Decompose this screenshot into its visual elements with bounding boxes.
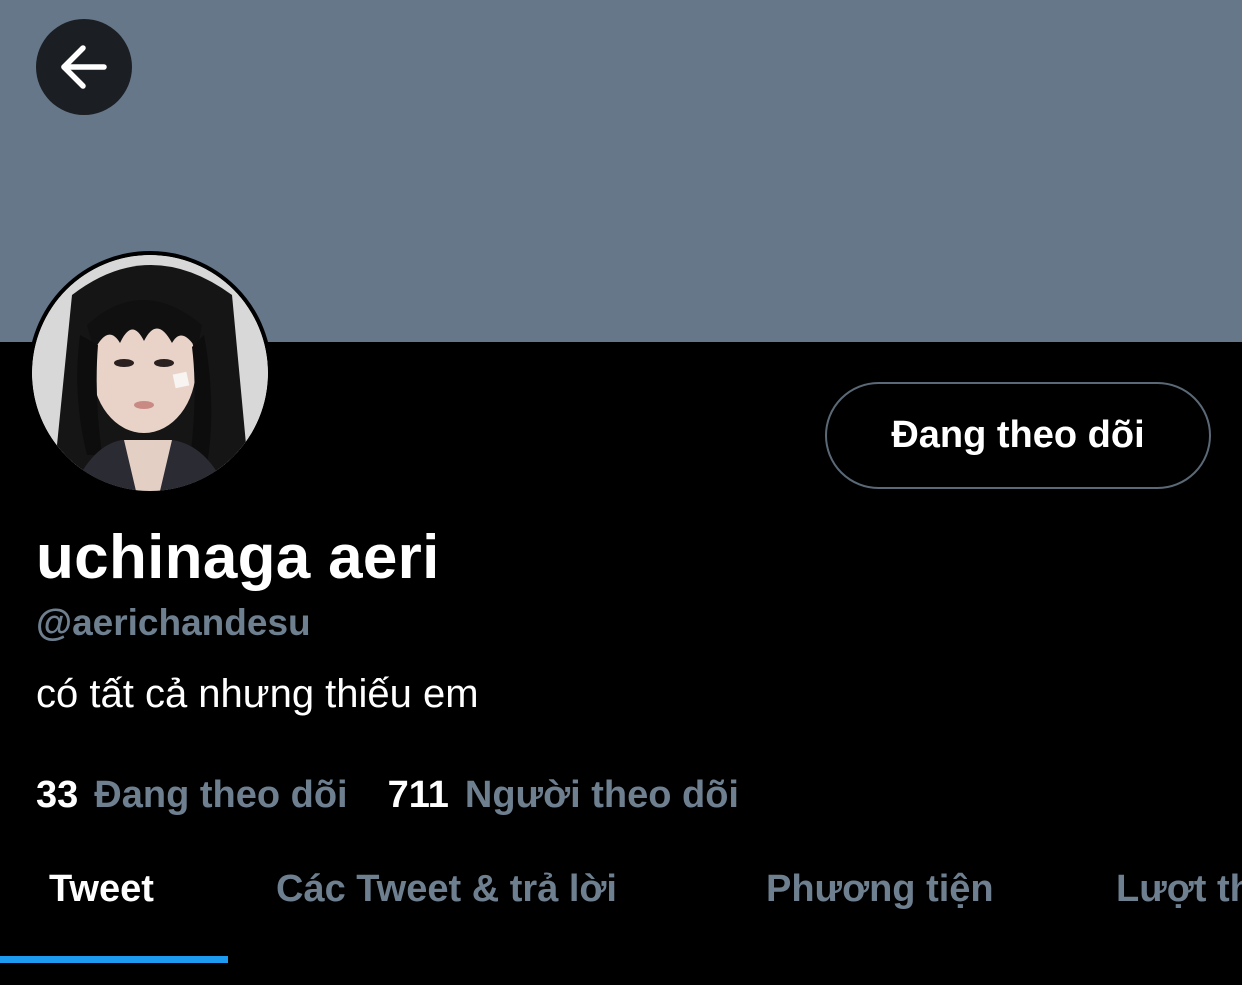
tab-tweets[interactable]: Tweet [49,868,154,911]
followers-label: Người theo dõi [464,774,739,816]
tab-likes[interactable]: Lượt thích [1116,868,1242,911]
following-label: Đang theo dõi [94,774,348,816]
following-stat-link[interactable]: 33 Đang theo dõi [36,774,348,817]
avatar[interactable] [28,251,272,495]
back-button[interactable] [36,19,132,115]
username-handle: @aerichandesu [36,602,311,643]
profile-page: Đang theo dõi uchinaga aeri @aerichandes… [0,0,1242,985]
follow-stats: 33 Đang theo dõi 711 Người theo dõi [36,774,779,817]
arrow-left-icon [57,40,111,94]
profile-bio: có tất cả nhưng thiếu em [36,672,479,716]
following-button[interactable]: Đang theo dõi [825,382,1211,489]
followers-count: 711 [387,774,449,816]
display-name: uchinaga aeri [36,523,440,592]
active-tab-indicator [0,956,228,963]
profile-photo [32,255,268,491]
following-count: 33 [36,774,79,816]
profile-tabs: Tweet Các Tweet & trả lời Phương tiện Lư… [0,848,1242,963]
tab-media[interactable]: Phương tiện [766,868,994,911]
tab-tweets-and-replies[interactable]: Các Tweet & trả lời [276,868,617,911]
followers-stat-link[interactable]: 711 Người theo dõi [388,774,739,817]
